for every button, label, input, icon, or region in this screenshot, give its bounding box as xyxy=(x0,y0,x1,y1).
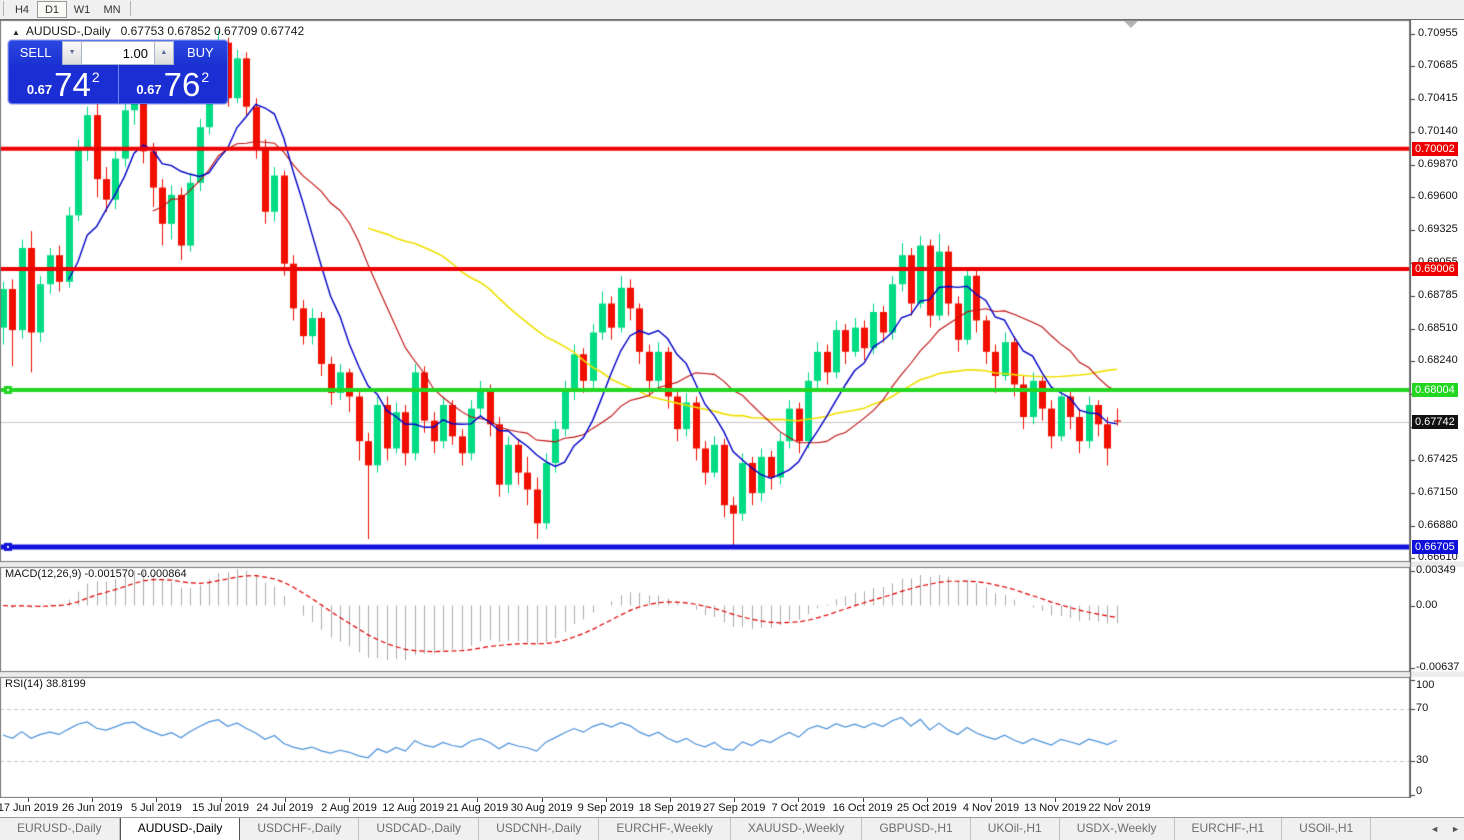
volume-input[interactable] xyxy=(82,41,154,65)
level-price-box: 0.69006 xyxy=(1412,262,1458,276)
tab-scroll-left-icon[interactable]: ◄ xyxy=(1430,824,1439,834)
price-tick-label: 0.68240 xyxy=(1418,354,1458,366)
price-tick-label: 0.69600 xyxy=(1418,190,1458,202)
sell-price[interactable]: 0.67 74 2 xyxy=(9,65,119,103)
timeframe-button-d1[interactable]: D1 xyxy=(37,1,67,18)
date-label: 22 Nov 2019 xyxy=(1088,802,1150,814)
date-label: 15 Jul 2019 xyxy=(192,802,249,814)
rsi-name: RSI(14) xyxy=(5,678,43,690)
price-tick-label: 0.70955 xyxy=(1418,27,1458,39)
chart-tab-usoil-h1[interactable]: USOil-,H1 xyxy=(1282,818,1371,840)
price-tick-label: 0.68785 xyxy=(1418,289,1458,301)
level-price-box: 0.66705 xyxy=(1412,540,1458,554)
timeframe-button-mn[interactable]: MN xyxy=(97,1,127,18)
level-price-box: 0.70002 xyxy=(1412,142,1458,156)
tab-scroll-buttons: ◄ ► xyxy=(1430,818,1460,840)
chart-tab-usdcnh-daily[interactable]: USDCNH-,Daily xyxy=(479,818,599,840)
date-label: 7 Oct 2019 xyxy=(771,802,825,814)
date-label: 27 Sep 2019 xyxy=(703,802,765,814)
chart-tab-ukoil-h1[interactable]: UKOil-,H1 xyxy=(971,818,1060,840)
price-tick-label: 0.67150 xyxy=(1418,486,1458,498)
timeframe-button-w1[interactable]: W1 xyxy=(67,1,97,18)
date-label: 21 Aug 2019 xyxy=(446,802,508,814)
timeframe-button-h4[interactable]: H4 xyxy=(7,1,37,18)
date-label: 30 Aug 2019 xyxy=(511,802,573,814)
rsi-value: 38.8199 xyxy=(46,678,86,690)
order-panel-prices: 0.67 74 2 0.67 76 2 xyxy=(9,65,227,103)
macd-values: -0.001570 -0.000864 xyxy=(84,568,186,580)
price-tick-label: 0.70140 xyxy=(1418,125,1458,137)
rsi-tick-label: 70 xyxy=(1416,702,1428,714)
toolbar-separator xyxy=(3,1,4,16)
price-tick-label: 0.68510 xyxy=(1418,322,1458,334)
level-price-box: 0.68004 xyxy=(1412,383,1458,397)
price-chart-canvas[interactable] xyxy=(0,0,1464,798)
chart-tab-bar: EURUSD-,DailyAUDUSD-,DailyUSDCHF-,DailyU… xyxy=(0,817,1464,840)
tab-scroll-right-icon[interactable]: ► xyxy=(1451,824,1460,834)
chart-ohlc-values: 0.67753 0.67852 0.67709 0.67742 xyxy=(121,24,305,38)
chart-header: ▲ AUDUSD-,Daily 0.67753 0.67852 0.67709 0.… xyxy=(12,24,304,38)
macd-label: MACD(12,26,9) -0.001570 -0.000864 xyxy=(5,568,187,580)
macd-tick-label: 0.00 xyxy=(1416,599,1437,611)
chart-tab-audusd-daily[interactable]: AUDUSD-,Daily xyxy=(120,818,241,840)
chart-shift-marker-icon[interactable] xyxy=(1124,21,1138,28)
toolbar-separator xyxy=(130,1,131,16)
macd-tick-label: 0.00349 xyxy=(1416,564,1456,576)
chart-symbol-label: AUDUSD-,Daily xyxy=(26,24,111,38)
macd-name: MACD(12,26,9) xyxy=(5,568,81,580)
buy-price[interactable]: 0.67 76 2 xyxy=(119,65,228,103)
date-label: 4 Nov 2019 xyxy=(963,802,1019,814)
timeframe-toolbar: H4D1W1MN xyxy=(0,0,1464,20)
date-label: 17 Jun 2019 xyxy=(0,802,58,814)
price-tick-label: 0.69870 xyxy=(1418,158,1458,170)
sell-price-big: 74 xyxy=(54,68,91,101)
price-tick-label: 0.69325 xyxy=(1418,223,1458,235)
date-label: 5 Jul 2019 xyxy=(131,802,182,814)
volume-increase-button[interactable]: ▲ xyxy=(154,41,174,65)
chart-tab-usdx-weekly[interactable]: USDX-,Weekly xyxy=(1060,818,1175,840)
rsi-tick-label: 30 xyxy=(1416,754,1428,766)
buy-price-big: 76 xyxy=(164,68,201,101)
chart-tab-eurchf-h1[interactable]: EURCHF-,H1 xyxy=(1175,818,1283,840)
price-tick-label: 0.70415 xyxy=(1418,92,1458,104)
rsi-tick-label: 0 xyxy=(1416,785,1422,797)
current-price-box: 0.67742 xyxy=(1412,415,1458,429)
volume-decrease-button[interactable]: ▼ xyxy=(62,41,82,65)
date-label: 13 Nov 2019 xyxy=(1024,802,1086,814)
buy-price-small: 0.67 xyxy=(136,82,161,97)
macd-tick-label: -0.00637 xyxy=(1416,661,1459,673)
chart-tab-usdcad-daily[interactable]: USDCAD-,Daily xyxy=(359,818,479,840)
date-label: 25 Oct 2019 xyxy=(897,802,957,814)
date-label: 9 Sep 2019 xyxy=(578,802,634,814)
date-label: 2 Aug 2019 xyxy=(321,802,377,814)
chart-tab-gbpusd-h1[interactable]: GBPUSD-,H1 xyxy=(862,818,970,840)
sell-price-small: 0.67 xyxy=(27,82,52,97)
chart-tab-eurchf-weekly[interactable]: EURCHF-,Weekly xyxy=(599,818,730,840)
date-label: 12 Aug 2019 xyxy=(382,802,444,814)
terminal-window: H4D1W1MN ▲ AUDUSD-,Daily 0.67753 0.67852 0… xyxy=(0,0,1464,840)
price-tick-label: 0.70685 xyxy=(1418,59,1458,71)
chart-tab-xauusd-weekly[interactable]: XAUUSD-,Weekly xyxy=(731,818,862,840)
rsi-label: RSI(14) 38.8199 xyxy=(5,678,86,690)
order-panel-top-row: SELL ▼ ▲ BUY xyxy=(9,41,227,65)
sell-price-sup: 2 xyxy=(92,69,100,85)
one-click-trading-panel: SELL ▼ ▲ BUY 0.67 74 2 0.67 76 2 xyxy=(8,40,228,104)
collapse-panel-icon[interactable]: ▲ xyxy=(12,28,20,37)
buy-button[interactable]: BUY xyxy=(174,41,227,65)
date-label: 18 Sep 2019 xyxy=(639,802,701,814)
price-tick-label: 0.67425 xyxy=(1418,453,1458,465)
rsi-tick-label: 100 xyxy=(1416,679,1434,691)
sell-button[interactable]: SELL xyxy=(9,41,62,65)
buy-price-sup: 2 xyxy=(201,69,209,85)
date-label: 26 Jun 2019 xyxy=(62,802,123,814)
chart-tab-eurusd-daily[interactable]: EURUSD-,Daily xyxy=(0,818,120,840)
chart-tab-usdchf-daily[interactable]: USDCHF-,Daily xyxy=(240,818,359,840)
date-label: 16 Oct 2019 xyxy=(833,802,893,814)
date-label: 24 Jul 2019 xyxy=(256,802,313,814)
price-tick-label: 0.66880 xyxy=(1418,519,1458,531)
